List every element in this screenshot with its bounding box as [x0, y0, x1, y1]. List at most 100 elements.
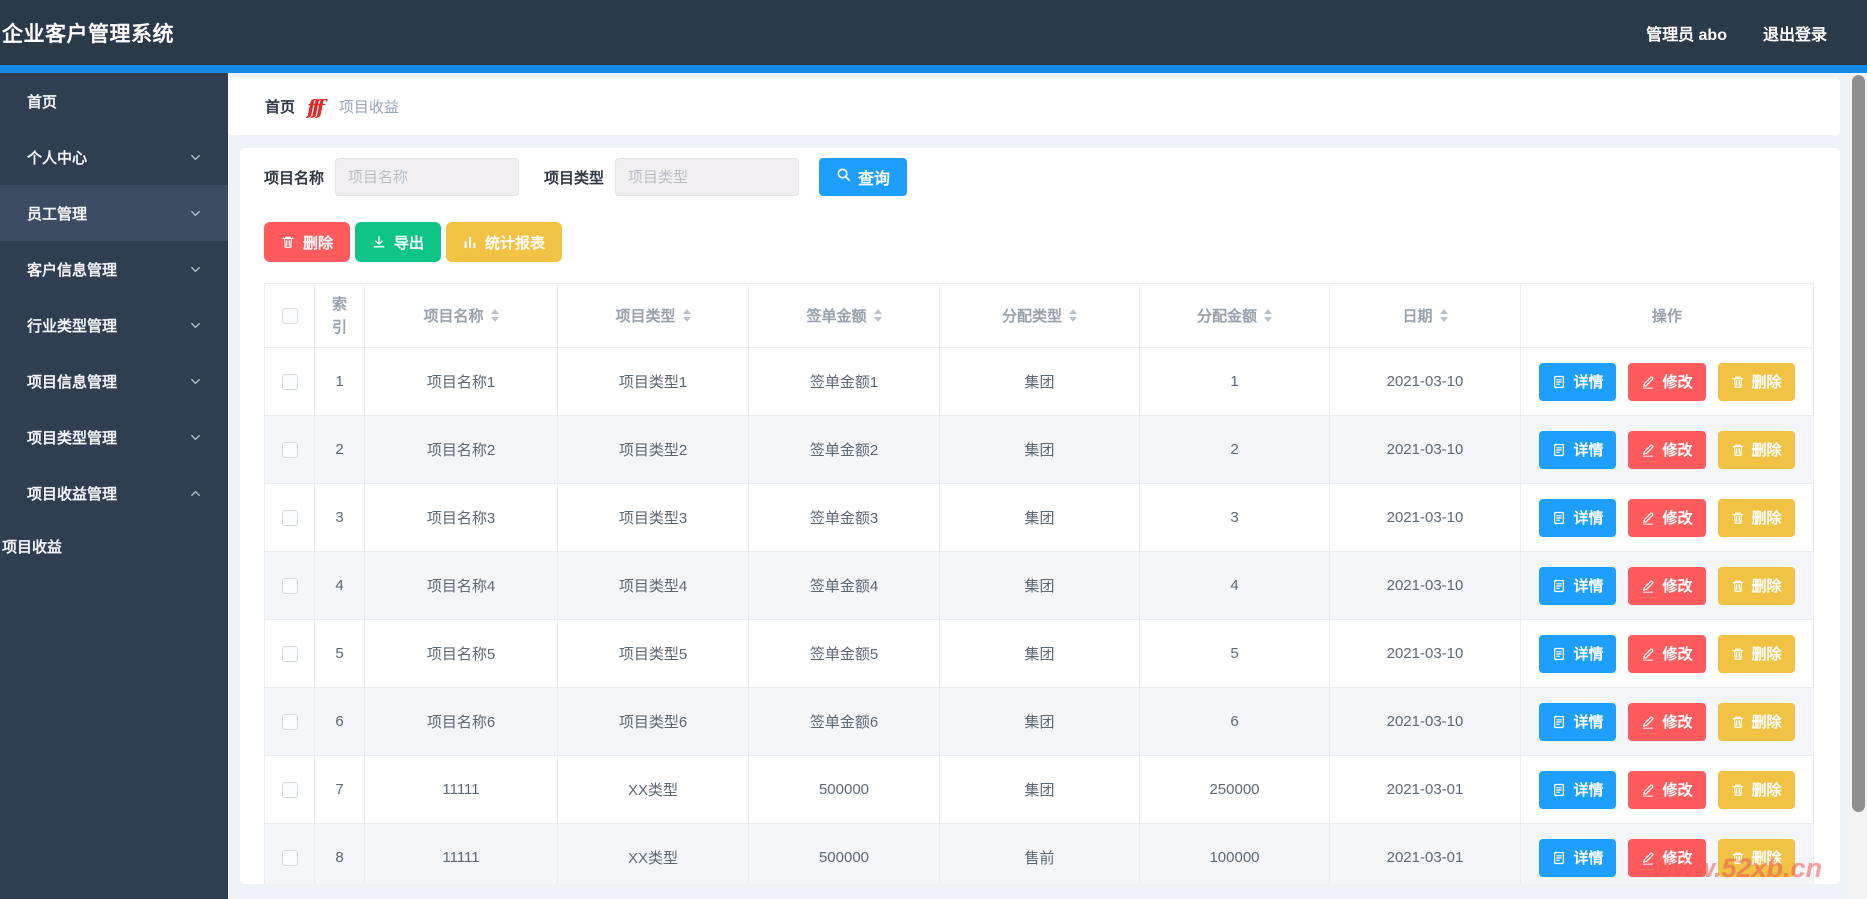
delete-row-button[interactable]: 删除: [1717, 498, 1795, 537]
table-header: 索引 项目名称 项目类型 签单金额 分配类型 分配金额 日期 操作: [264, 283, 1814, 348]
row-checkbox[interactable]: [281, 373, 298, 390]
sidebar-item-label: 员工管理: [27, 205, 88, 223]
row-checkbox[interactable]: [281, 509, 298, 526]
button-label: 修改: [1662, 374, 1693, 391]
cell-alloc_type: 集团: [939, 415, 1140, 484]
sidebar-item-7[interactable]: 项目类型管理: [0, 409, 228, 465]
edit-button[interactable]: 修改: [1628, 634, 1706, 673]
cell-alloc_amount: 2: [1139, 415, 1330, 484]
document-icon: [1552, 511, 1566, 525]
cell-type: 项目类型6: [557, 687, 749, 756]
delete-row-button[interactable]: 删除: [1717, 634, 1795, 673]
sort-caret-icon[interactable]: [1264, 309, 1272, 322]
select-all-checkbox[interactable]: [281, 307, 298, 324]
sidebar-item-1[interactable]: 首页: [0, 73, 228, 129]
project-name-input[interactable]: [335, 158, 520, 196]
header-checkbox-cell: [264, 283, 315, 348]
button-label: 修改: [1662, 714, 1693, 731]
cell-type: 项目类型1: [557, 347, 749, 416]
detail-button[interactable]: 详情: [1539, 362, 1617, 401]
document-icon: [1552, 851, 1566, 865]
scrollbar-thumb[interactable]: [1852, 75, 1865, 812]
chevron-down-icon: [189, 151, 202, 164]
edit-button[interactable]: 修改: [1628, 498, 1706, 537]
sort-caret-icon[interactable]: [1439, 309, 1448, 322]
delete-row-button[interactable]: 删除: [1717, 566, 1795, 605]
edit-button[interactable]: 修改: [1628, 362, 1706, 401]
delete-row-button[interactable]: 删除: [1717, 770, 1795, 809]
row-actions-cell: 详情 修改 删除: [1520, 619, 1814, 688]
breadcrumb-home-link[interactable]: 首页: [265, 96, 295, 117]
delete-row-button[interactable]: 删除: [1717, 362, 1795, 401]
column-header[interactable]: 签单金额: [748, 283, 940, 348]
logout-link[interactable]: 退出登录: [1763, 21, 1827, 45]
table-row: 1 项目名称1 项目类型1 签单金额1 集团 1 2021-03-10 详情 修改 删除: [264, 347, 1814, 416]
toolbar: 删除 导出 统计报表: [264, 222, 1816, 262]
delete-row-button[interactable]: 删除: [1717, 702, 1795, 741]
cell-sign_amount: 500000: [748, 823, 940, 884]
detail-button[interactable]: 详情: [1539, 770, 1617, 809]
row-checkbox[interactable]: [281, 849, 298, 866]
detail-button[interactable]: 详情: [1539, 702, 1617, 741]
sidebar-item-4[interactable]: 客户信息管理: [0, 241, 228, 297]
detail-button[interactable]: 详情: [1539, 498, 1617, 537]
row-checkbox[interactable]: [281, 713, 298, 730]
sidebar-item-label: 客户信息管理: [27, 261, 118, 279]
row-checkbox[interactable]: [281, 645, 298, 662]
cell-alloc_type: 集团: [939, 755, 1140, 824]
detail-button[interactable]: 详情: [1539, 838, 1617, 877]
cell-alloc_type: 集团: [939, 347, 1140, 416]
delete-row-button[interactable]: 删除: [1717, 838, 1795, 877]
sidebar-subitem-project-income[interactable]: 项目收益: [0, 521, 228, 571]
vertical-scrollbar[interactable]: [1850, 73, 1867, 899]
edit-button[interactable]: 修改: [1628, 770, 1706, 809]
detail-button[interactable]: 详情: [1539, 430, 1617, 469]
column-header[interactable]: 分配金额: [1139, 283, 1330, 348]
top-right-menu: 管理员 abo 退出登录: [1646, 21, 1827, 45]
button-label: 详情: [1573, 374, 1604, 391]
sidebar-item-8[interactable]: 项目收益管理: [0, 465, 228, 521]
export-button[interactable]: 导出: [355, 222, 442, 262]
document-icon: [1552, 715, 1566, 729]
delete-row-button[interactable]: 删除: [1717, 430, 1795, 469]
row-checkbox[interactable]: [281, 577, 298, 594]
button-label: 详情: [1573, 782, 1604, 799]
column-header[interactable]: 分配类型: [939, 283, 1140, 348]
report-button[interactable]: 统计报表: [446, 222, 563, 262]
cell-type: 项目类型3: [557, 483, 749, 552]
sidebar-item-3[interactable]: 员工管理: [0, 185, 228, 241]
cell-alloc_type: 集团: [939, 483, 1140, 552]
table-row: 2 项目名称2 项目类型2 签单金额2 集团 2 2021-03-10 详情 修改 删除: [264, 415, 1814, 484]
sidebar-item-6[interactable]: 项目信息管理: [0, 353, 228, 409]
detail-button[interactable]: 详情: [1539, 634, 1617, 673]
sort-caret-icon[interactable]: [873, 309, 882, 322]
edit-button[interactable]: 修改: [1628, 430, 1706, 469]
edit-button[interactable]: 修改: [1628, 702, 1706, 741]
trash-icon: [1731, 851, 1745, 865]
row-checkbox[interactable]: [281, 441, 298, 458]
sidebar-item-2[interactable]: 个人中心: [0, 129, 228, 185]
cell-alloc_type: 售前: [939, 823, 1140, 884]
column-header[interactable]: 项目类型: [557, 283, 749, 348]
column-header[interactable]: 日期: [1329, 283, 1521, 348]
column-header[interactable]: 项目名称: [364, 283, 558, 348]
cell-alloc_amount: 250000: [1139, 755, 1330, 824]
sidebar-item-5[interactable]: 行业类型管理: [0, 297, 228, 353]
project-type-input[interactable]: [615, 158, 800, 196]
document-icon: [1552, 375, 1566, 389]
row-checkbox-cell: [264, 347, 315, 416]
sort-caret-icon[interactable]: [490, 309, 499, 322]
document-icon: [1552, 443, 1566, 457]
sort-caret-icon[interactable]: [1069, 309, 1077, 322]
sort-caret-icon[interactable]: [682, 309, 691, 322]
current-user[interactable]: 管理员 abo: [1646, 21, 1727, 45]
detail-button[interactable]: 详情: [1539, 566, 1617, 605]
row-checkbox[interactable]: [281, 781, 298, 798]
delete-button[interactable]: 删除: [264, 222, 351, 262]
search-button[interactable]: 查询: [819, 158, 908, 196]
cell-name: 项目名称4: [364, 551, 558, 620]
button-label: 修改: [1662, 442, 1693, 459]
edit-button[interactable]: 修改: [1628, 566, 1706, 605]
edit-button[interactable]: 修改: [1628, 838, 1706, 877]
row-checkbox-cell: [264, 755, 315, 824]
